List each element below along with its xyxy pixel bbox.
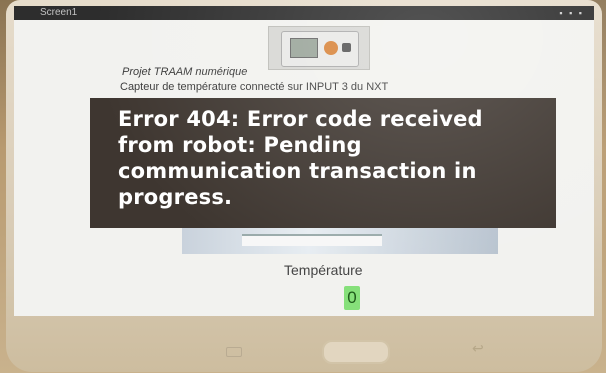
nxt-dark-button-icon <box>342 43 351 52</box>
screen-title: Screen1 <box>40 7 78 18</box>
temperature-value: 0 <box>344 286 360 310</box>
robot-part-shape <box>242 234 382 246</box>
menu-key-icon[interactable] <box>226 347 242 357</box>
error-toast: Error 404: Error code received from robo… <box>90 98 556 228</box>
status-icons: ▪ ▪ ▪ <box>559 8 584 18</box>
status-bar: Screen1 ▪ ▪ ▪ <box>14 6 594 20</box>
photo-background: Screen1 ▪ ▪ ▪ Projet TRAAM numérique Cap… <box>0 0 606 373</box>
home-button[interactable] <box>322 340 390 364</box>
back-key-icon[interactable]: ↩ <box>472 340 484 357</box>
error-message: Error 404: Error code received from robo… <box>118 107 483 209</box>
hardware-nav-bar: ↩ <box>14 320 594 368</box>
sensor-description: Capteur de température connecté sur INPU… <box>120 81 389 93</box>
nxt-lcd-icon <box>290 38 318 58</box>
nxt-brick-icon <box>281 31 359 67</box>
tablet-screen: Screen1 ▪ ▪ ▪ Projet TRAAM numérique Cap… <box>14 6 594 316</box>
nxt-orange-button-icon <box>324 41 338 55</box>
project-title: Projet TRAAM numérique <box>122 66 248 78</box>
temperature-label: Température <box>284 262 363 278</box>
nxt-brick-image <box>268 26 370 70</box>
robot-image <box>182 228 498 254</box>
